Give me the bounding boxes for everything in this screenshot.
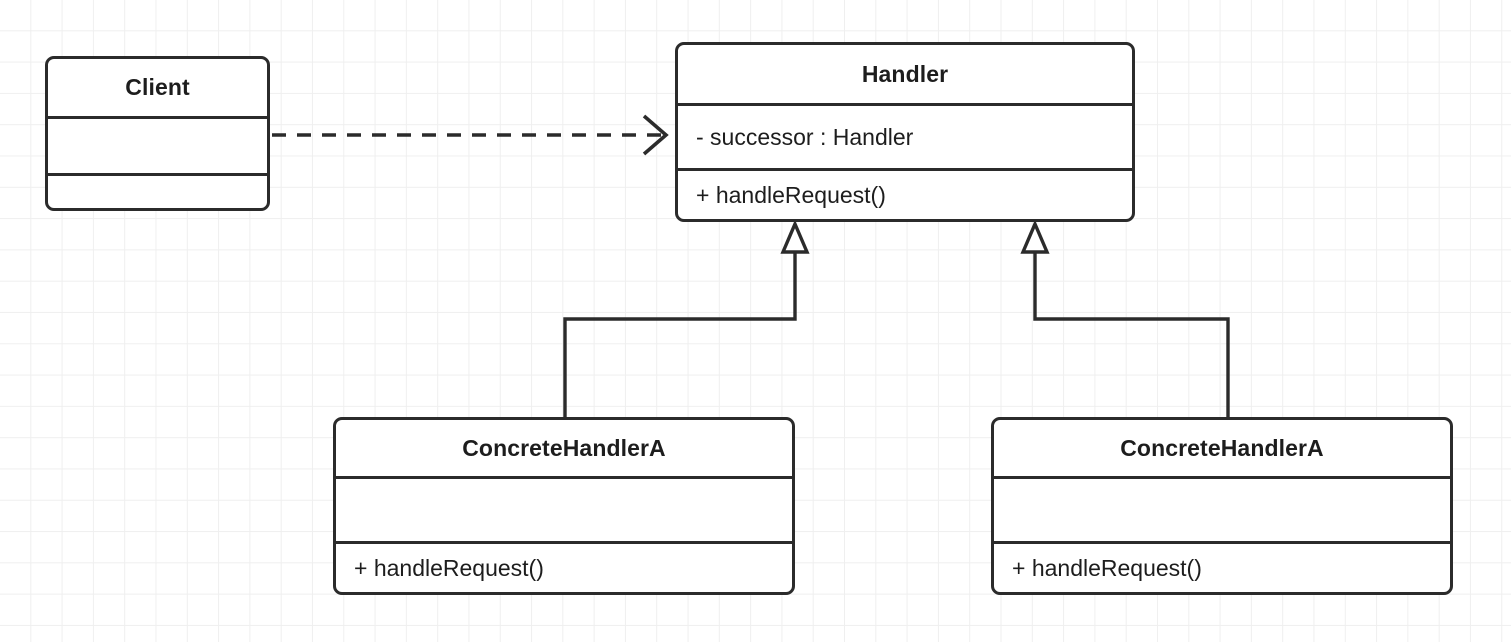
class-attributes-compartment: - successor : Handler [678, 103, 1132, 168]
class-name-compartment: ConcreteHandlerA [336, 420, 792, 476]
diagram-canvas: Client Handler - successor : Handler + hand… [0, 0, 1511, 642]
class-operation: + handleRequest() [1012, 554, 1202, 581]
class-operations-compartment [48, 173, 267, 208]
class-operations-compartment: + handleRequest() [678, 168, 1132, 219]
class-name-compartment: Handler [678, 45, 1132, 103]
class-attributes-compartment [48, 116, 267, 173]
class-name-label: Handler [861, 60, 949, 87]
relationship-line [563, 250, 797, 417]
class-operations-compartment: + handleRequest() [336, 541, 792, 592]
class-operation: + handleRequest() [696, 181, 886, 208]
class-name-compartment: ConcreteHandlerA [994, 420, 1450, 476]
uml-class-handler[interactable]: Handler - successor : Handler + handleRequ… [675, 42, 1135, 222]
relationship-generalization-right[interactable] [1020, 219, 1230, 417]
relationship-generalization-left[interactable] [563, 219, 810, 417]
relationship-dependency-client-handler[interactable] [272, 114, 669, 156]
class-attribute: - successor : Handler [696, 123, 914, 150]
class-operations-compartment: + handleRequest() [994, 541, 1450, 592]
class-name-label: ConcreteHandlerA [462, 434, 666, 461]
class-name-compartment: Client [48, 59, 267, 116]
class-attributes-compartment [994, 476, 1450, 541]
class-name-label: Client [125, 74, 190, 100]
class-attributes-compartment [336, 476, 792, 541]
uml-class-concrete-handler-a-left[interactable]: ConcreteHandlerA + handleRequest() [333, 417, 795, 595]
relationship-line [1033, 250, 1230, 417]
uml-class-concrete-handler-a-right[interactable]: ConcreteHandlerA + handleRequest() [991, 417, 1453, 595]
uml-class-client[interactable]: Client [45, 56, 270, 211]
class-name-label: ConcreteHandlerA [1120, 434, 1324, 461]
dependency-arrowhead [642, 114, 669, 156]
generalization-arrowhead [1020, 219, 1050, 254]
generalization-arrowhead [780, 219, 810, 254]
class-operation: + handleRequest() [354, 554, 544, 581]
